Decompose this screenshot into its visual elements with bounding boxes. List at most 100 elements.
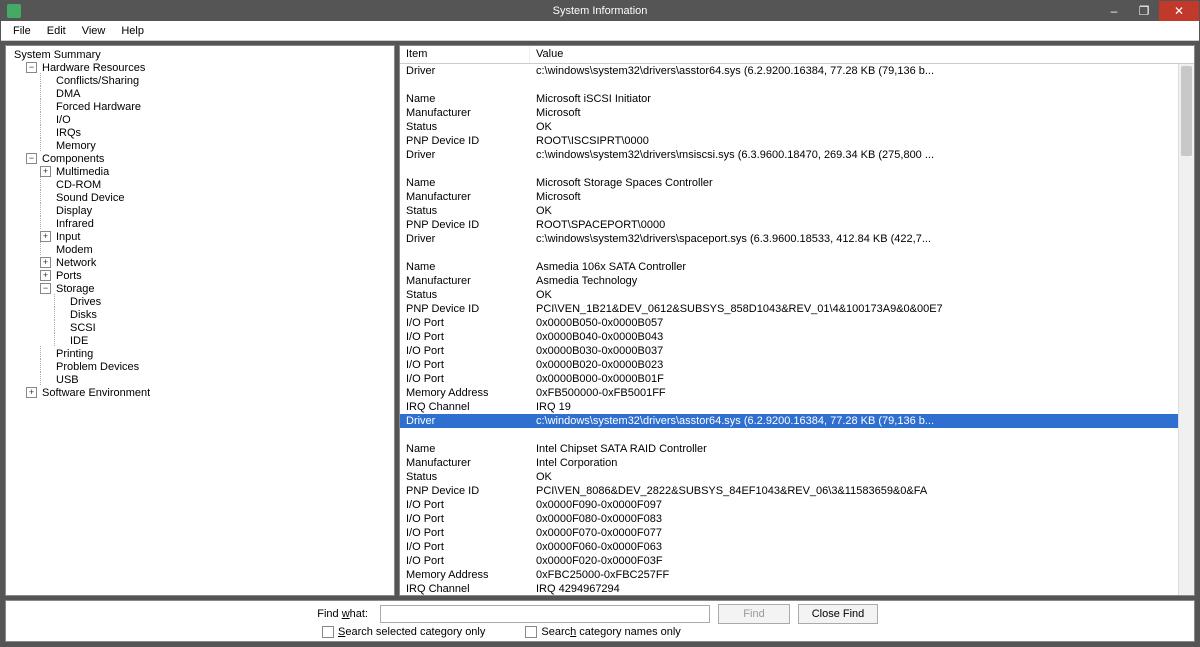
tree-item[interactable]: Memory: [6, 139, 394, 152]
tree-item[interactable]: Sound Device: [6, 191, 394, 204]
menu-edit[interactable]: Edit: [39, 23, 74, 39]
tree-item[interactable]: Infrared: [6, 217, 394, 230]
find-button[interactable]: Find: [718, 604, 790, 624]
detail-row[interactable]: NameAsmedia 106x SATA Controller: [400, 260, 1194, 274]
maximize-button[interactable]: ❐: [1129, 1, 1159, 21]
cell-value: Microsoft: [530, 107, 1170, 119]
scroll-thumb[interactable]: [1181, 66, 1192, 156]
search-selected-only-checkbox[interactable]: Search selected category only: [322, 626, 485, 638]
detail-row[interactable]: StatusOK: [400, 470, 1194, 484]
tree-item[interactable]: Modem: [6, 243, 394, 256]
tree-item[interactable]: CD-ROM: [6, 178, 394, 191]
detail-row[interactable]: I/O Port0x0000F060-0x0000F063: [400, 540, 1194, 554]
tree-item[interactable]: +Software Environment: [6, 386, 394, 399]
tree-item-label: Forced Hardware: [54, 101, 143, 113]
detail-row[interactable]: ManufacturerMicrosoft: [400, 106, 1194, 120]
cell-item: I/O Port: [400, 513, 530, 525]
detail-row[interactable]: Driverc:\windows\system32\drivers\asstor…: [400, 414, 1194, 428]
detail-row[interactable]: Driverc:\windows\system32\drivers\spacep…: [400, 232, 1194, 246]
tree-item[interactable]: DMA: [6, 87, 394, 100]
detail-row[interactable]: Driverc:\windows\system32\drivers\msiscs…: [400, 148, 1194, 162]
detail-row[interactable]: Memory Address0xFB500000-0xFB5001FF: [400, 386, 1194, 400]
category-tree[interactable]: System Summary−Hardware ResourcesConflic…: [6, 46, 394, 401]
detail-row[interactable]: ManufacturerIntel Corporation: [400, 456, 1194, 470]
tree-item[interactable]: Printing: [6, 347, 394, 360]
column-value[interactable]: Value: [530, 46, 1194, 63]
detail-row[interactable]: StatusOK: [400, 120, 1194, 134]
detail-row[interactable]: I/O Port0x0000B000-0x0000B01F: [400, 372, 1194, 386]
find-input[interactable]: [380, 605, 710, 623]
tree-item[interactable]: +Ports: [6, 269, 394, 282]
detail-row[interactable]: PNP Device IDPCI\VEN_1B21&DEV_0612&SUBSY…: [400, 302, 1194, 316]
detail-row[interactable]: ManufacturerAsmedia Technology: [400, 274, 1194, 288]
detail-row[interactable]: PNP Device IDROOT\SPACEPORT\0000: [400, 218, 1194, 232]
tree-toggle-icon[interactable]: −: [26, 153, 37, 164]
detail-row[interactable]: NameIntel Chipset SATA RAID Controller: [400, 442, 1194, 456]
menu-file[interactable]: File: [5, 23, 39, 39]
minimize-button[interactable]: –: [1099, 1, 1129, 21]
tree-item[interactable]: System Summary: [6, 48, 394, 61]
tree-item[interactable]: −Hardware Resources: [6, 61, 394, 74]
detail-row[interactable]: NameMicrosoft Storage Spaces Controller: [400, 176, 1194, 190]
detail-row[interactable]: PNP Device IDPCI\VEN_8086&DEV_2822&SUBSY…: [400, 484, 1194, 498]
close-button[interactable]: ✕: [1159, 1, 1199, 21]
cell-item: Status: [400, 289, 530, 301]
tree-toggle-icon[interactable]: +: [40, 166, 51, 177]
tree-item[interactable]: IDE: [6, 334, 394, 347]
tree-toggle-icon[interactable]: +: [40, 270, 51, 281]
titlebar[interactable]: System Information – ❐ ✕: [1, 1, 1199, 21]
detail-row[interactable]: I/O Port0x0000F080-0x0000F083: [400, 512, 1194, 526]
tree-item[interactable]: −Components: [6, 152, 394, 165]
tree-toggle-icon[interactable]: −: [26, 62, 37, 73]
tree-item[interactable]: Problem Devices: [6, 360, 394, 373]
detail-row[interactable]: I/O Port0x0000B020-0x0000B023: [400, 358, 1194, 372]
cell-value: 0x0000B040-0x0000B043: [530, 331, 1170, 343]
tree-item-label: CD-ROM: [54, 179, 103, 191]
search-category-names-only-checkbox[interactable]: Search category names only: [525, 626, 680, 638]
cell-value: Asmedia 106x SATA Controller: [530, 261, 1170, 273]
cell-item: I/O Port: [400, 373, 530, 385]
tree-item[interactable]: +Network: [6, 256, 394, 269]
checkbox-icon: [322, 626, 334, 638]
cell-item: PNP Device ID: [400, 219, 530, 231]
tree-toggle-icon[interactable]: +: [40, 257, 51, 268]
tree-item[interactable]: +Multimedia: [6, 165, 394, 178]
detail-row[interactable]: NameMicrosoft iSCSI Initiator: [400, 92, 1194, 106]
tree-item[interactable]: I/O: [6, 113, 394, 126]
detail-row[interactable]: I/O Port0x0000B030-0x0000B037: [400, 344, 1194, 358]
detail-row[interactable]: StatusOK: [400, 288, 1194, 302]
tree-item[interactable]: +Input: [6, 230, 394, 243]
cell-value: 0x0000F080-0x0000F083: [530, 513, 1170, 525]
detail-row[interactable]: I/O Port0x0000F090-0x0000F097: [400, 498, 1194, 512]
tree-item[interactable]: Conflicts/Sharing: [6, 74, 394, 87]
tree-item-label: IRQs: [54, 127, 83, 139]
column-item[interactable]: Item: [400, 46, 530, 63]
cell-item: PNP Device ID: [400, 303, 530, 315]
detail-list[interactable]: Driverc:\windows\system32\drivers\asstor…: [400, 64, 1194, 595]
detail-row[interactable]: Memory Address0xFBC25000-0xFBC257FF: [400, 568, 1194, 582]
detail-row[interactable]: Driverc:\windows\system32\drivers\asstor…: [400, 64, 1194, 78]
menu-help[interactable]: Help: [113, 23, 152, 39]
tree-item[interactable]: IRQs: [6, 126, 394, 139]
tree-item[interactable]: Forced Hardware: [6, 100, 394, 113]
close-find-button[interactable]: Close Find: [798, 604, 878, 624]
detail-row[interactable]: ManufacturerMicrosoft: [400, 190, 1194, 204]
detail-row[interactable]: I/O Port0x0000B040-0x0000B043: [400, 330, 1194, 344]
detail-row[interactable]: StatusOK: [400, 204, 1194, 218]
tree-item[interactable]: Display: [6, 204, 394, 217]
detail-row[interactable]: I/O Port0x0000F070-0x0000F077: [400, 526, 1194, 540]
cell-value: IRQ 19: [530, 401, 1170, 413]
detail-row[interactable]: IRQ ChannelIRQ 4294967294: [400, 582, 1194, 595]
menu-view[interactable]: View: [74, 23, 114, 39]
tree-toggle-icon[interactable]: −: [40, 283, 51, 294]
tree-toggle-icon[interactable]: +: [40, 231, 51, 242]
detail-row[interactable]: I/O Port0x0000F020-0x0000F03F: [400, 554, 1194, 568]
detail-row[interactable]: PNP Device IDROOT\ISCSIPRT\0000: [400, 134, 1194, 148]
tree-toggle-icon[interactable]: +: [26, 387, 37, 398]
vertical-scrollbar[interactable]: [1178, 64, 1194, 595]
tree-item[interactable]: USB: [6, 373, 394, 386]
detail-row[interactable]: IRQ ChannelIRQ 19: [400, 400, 1194, 414]
cell-value: Intel Corporation: [530, 457, 1170, 469]
detail-row[interactable]: I/O Port0x0000B050-0x0000B057: [400, 316, 1194, 330]
cell-item: Memory Address: [400, 387, 530, 399]
